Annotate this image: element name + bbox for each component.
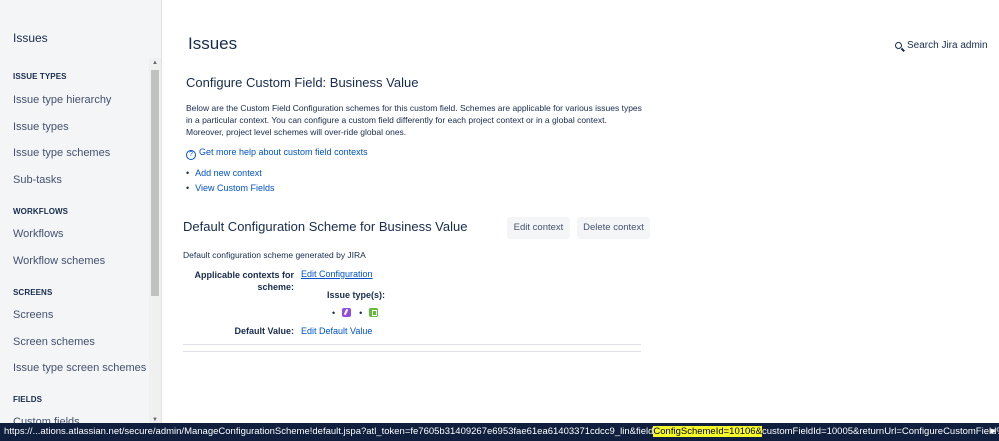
scheme-description: Default configuration scheme generated b… bbox=[183, 250, 366, 260]
edit-context-button[interactable]: Edit context bbox=[507, 217, 570, 239]
delete-context-button[interactable]: Delete context bbox=[577, 217, 650, 239]
help-link[interactable]: ? Get more help about custom field contex… bbox=[186, 147, 368, 160]
sidebar-item-issue-types[interactable]: Issue types bbox=[13, 121, 69, 133]
sidebar-item-screens[interactable]: Screens bbox=[13, 309, 53, 321]
sidebar-item-workflow-schemes[interactable]: Workflow schemes bbox=[13, 255, 105, 267]
search-jira-admin-button[interactable]: Search Jira admin bbox=[895, 40, 988, 51]
sidebar-item-issue-type-hierarchy[interactable]: Issue type hierarchy bbox=[13, 94, 111, 106]
default-value-label: Default Value: bbox=[234, 326, 294, 336]
story-issue-type-icon bbox=[369, 308, 379, 317]
scheme-title: Default Configuration Scheme for Busines… bbox=[183, 219, 468, 234]
sidebar-section-workflows: WORKFLOWS bbox=[13, 207, 69, 216]
search-label: Search Jira admin bbox=[907, 40, 988, 51]
edit-configuration-link[interactable]: Edit Configuration bbox=[301, 269, 373, 279]
divider bbox=[183, 344, 641, 345]
search-icon bbox=[895, 42, 902, 49]
sidebar-item-screen-schemes[interactable]: Screen schemes bbox=[13, 336, 95, 348]
divider bbox=[183, 351, 641, 352]
sidebar-section-issue-types: ISSUE TYPES bbox=[13, 72, 67, 81]
status-url-start: https://...ations.atlassian.net/secure/a… bbox=[4, 426, 654, 437]
view-custom-fields-link[interactable]: View Custom Fields bbox=[186, 183, 274, 193]
issue-type-list: • • bbox=[332, 308, 386, 318]
edit-default-value-link[interactable]: Edit Default Value bbox=[301, 326, 372, 336]
scroll-up-arrow-icon[interactable]: ▲ bbox=[149, 58, 161, 68]
sidebar-scrollbar[interactable]: ▲ ▼ bbox=[149, 58, 161, 425]
help-link-label: Get more help about custom field context… bbox=[199, 147, 368, 157]
field-description: Below are the Custom Field Configuration… bbox=[186, 103, 642, 137]
sidebar: Issues ISSUE TYPES Issue type hierarchy … bbox=[0, 0, 162, 441]
sidebar-item-issue-type-screen-schemes[interactable]: Issue type screen schemes bbox=[13, 362, 146, 374]
applicable-contexts-label: Applicable contexts for scheme: bbox=[194, 270, 294, 292]
sidebar-title[interactable]: Issues bbox=[13, 31, 48, 45]
epic-issue-type-icon bbox=[342, 308, 352, 317]
sidebar-item-workflows[interactable]: Workflows bbox=[13, 228, 64, 240]
sidebar-section-fields: FIELDS bbox=[13, 395, 43, 404]
sidebar-item-sub-tasks[interactable]: Sub-tasks bbox=[13, 174, 62, 186]
browser-status-bar: https://...ations.atlassian.net/secure/a… bbox=[0, 423, 999, 441]
issue-types-label: Issue type(s): bbox=[327, 290, 386, 300]
sidebar-item-issue-type-schemes[interactable]: Issue type schemes bbox=[13, 147, 110, 159]
scrollbar-thumb[interactable] bbox=[151, 70, 159, 296]
help-icon: ? bbox=[186, 150, 196, 160]
sidebar-section-screens: SCREENS bbox=[13, 288, 53, 297]
section-title: Configure Custom Field: Business Value bbox=[186, 75, 419, 90]
status-url-highlight: ConfigSchemeId=10106& bbox=[653, 426, 762, 437]
arrow-right-icon: ▶ bbox=[990, 428, 996, 435]
page-title: Issues bbox=[188, 34, 238, 53]
add-new-context-link[interactable]: Add new context bbox=[186, 168, 262, 178]
status-url-end: customFieldId=10005&returnUrl=ConfigureC… bbox=[761, 426, 999, 437]
